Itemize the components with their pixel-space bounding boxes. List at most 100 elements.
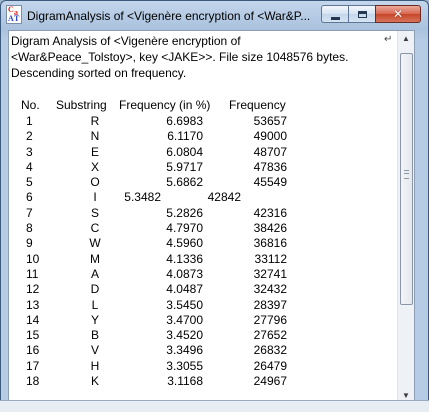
- row-number: 18: [26, 374, 40, 389]
- header-frequency: Frequency: [229, 98, 286, 112]
- row-substring: D: [90, 282, 100, 297]
- row-number: 12: [26, 282, 40, 297]
- description-line: <War&Peace_Tolstoy>, key <JAKE>>. File s…: [11, 50, 349, 64]
- row-frequency-percent: 4.5960: [166, 236, 203, 251]
- row-frequency: 49000: [253, 129, 287, 144]
- row-substring: L: [91, 297, 99, 312]
- row-frequency: 27796: [253, 312, 287, 327]
- row-number: 6: [26, 190, 33, 205]
- row-number: 15: [26, 328, 40, 343]
- row-frequency: 48707: [253, 144, 287, 159]
- row-substring: H: [90, 358, 100, 373]
- row-number: 10: [26, 251, 40, 266]
- row-substring: S: [90, 205, 99, 220]
- minimize-button[interactable]: [321, 5, 348, 23]
- row-substring: V: [90, 343, 99, 358]
- row-frequency: 28397: [253, 297, 287, 312]
- app-window: C a A T DigramAnalysis of <Vigenère encr…: [0, 0, 429, 402]
- row-frequency-percent: 6.0804: [166, 144, 203, 159]
- row-substring: O: [90, 175, 100, 190]
- icon-letter: T: [14, 14, 20, 23]
- row-number: 17: [26, 358, 40, 373]
- cryptool-app-icon[interactable]: C a A T: [6, 5, 22, 24]
- row-number: 8: [26, 221, 33, 236]
- row-number: 13: [26, 297, 40, 312]
- row-frequency: 33112: [254, 251, 287, 266]
- row-substring: E: [90, 144, 99, 159]
- row-number: 4: [26, 159, 33, 174]
- row-number: 14: [26, 312, 40, 327]
- row-frequency-percent: 5.3482: [124, 190, 161, 205]
- row-substring: W: [89, 236, 101, 251]
- row-substring: X: [90, 159, 99, 174]
- row-frequency-percent: 3.4700: [166, 312, 203, 327]
- row-frequency: 53657: [253, 114, 287, 128]
- vertical-scrollbar[interactable]: ▲ ▼: [397, 31, 414, 401]
- row-frequency: 38426: [253, 221, 287, 236]
- header-substring: Substring: [56, 98, 107, 112]
- row-frequency-percent: 3.4520: [166, 328, 203, 343]
- row-frequency: 32432: [253, 282, 287, 297]
- title-bar[interactable]: C a A T DigramAnalysis of <Vigenère encr…: [1, 1, 428, 31]
- row-frequency-percent: 4.7970: [166, 221, 203, 236]
- row-substring: K: [90, 374, 99, 389]
- maximize-button[interactable]: [348, 5, 375, 23]
- row-frequency: 36816: [253, 236, 287, 251]
- row-frequency: 27652: [253, 328, 287, 343]
- row-frequency: 42842: [207, 190, 241, 205]
- maximize-icon: [357, 10, 367, 18]
- row-frequency-percent: 6.1170: [167, 129, 203, 144]
- row-number: 9: [26, 236, 33, 251]
- row-frequency: 45549: [253, 175, 287, 190]
- row-number: 16: [26, 343, 40, 358]
- icon-letter: A: [8, 14, 14, 23]
- row-frequency-percent: 4.0873: [166, 266, 203, 281]
- row-frequency-percent: 5.2826: [166, 205, 203, 220]
- row-number: 5: [26, 175, 33, 190]
- icon-letter: C: [8, 5, 14, 14]
- row-frequency-percent: 4.1336: [166, 251, 203, 266]
- window-title: DigramAnalysis of <Vigenère encryption o…: [27, 9, 311, 23]
- row-frequency-percent: 5.6862: [166, 175, 203, 190]
- row-frequency-percent: 3.5450: [166, 297, 203, 312]
- row-substring: C: [90, 221, 100, 236]
- row-number: 2: [26, 129, 33, 144]
- header-no: No.: [21, 98, 40, 112]
- window-bottom-edge: [0, 400, 429, 412]
- description-line: Digram Analysis of <Vigenère encryption …: [11, 34, 241, 48]
- row-frequency: 24967: [253, 374, 287, 389]
- scroll-thumb[interactable]: [400, 53, 413, 305]
- text-view[interactable]: Digram Analysis of <Vigenère encryption …: [8, 30, 415, 401]
- row-number: 7: [26, 205, 33, 220]
- word-wrap-icon: ↵: [384, 34, 393, 45]
- row-substring: A: [90, 266, 99, 281]
- row-frequency: 47836: [253, 159, 287, 174]
- header-frequency-percent: Frequency (in %): [119, 98, 211, 112]
- row-frequency-percent: 6.6983: [166, 114, 203, 128]
- row-frequency: 26832: [253, 343, 287, 358]
- row-frequency-percent: 5.9717: [166, 159, 203, 174]
- row-frequency-percent: 4.0487: [166, 282, 203, 297]
- row-substring: N: [90, 129, 100, 144]
- text-content: Digram Analysis of <Vigenère encryption …: [11, 33, 397, 388]
- row-substring: Y: [90, 312, 99, 327]
- description-line: Descending sorted on frequency.: [11, 66, 187, 80]
- row-frequency-percent: 3.3496: [166, 343, 203, 358]
- close-icon: ✕: [392, 7, 404, 21]
- row-substring: B: [90, 328, 99, 343]
- row-frequency: 26479: [253, 358, 287, 373]
- row-frequency: 32741: [253, 266, 287, 281]
- row-substring: R: [90, 114, 100, 128]
- row-frequency-percent: 3.1168: [167, 374, 203, 389]
- close-button[interactable]: ✕: [375, 5, 421, 23]
- row-frequency: 42316: [253, 205, 287, 220]
- row-number: 11: [26, 266, 39, 281]
- analysis-description: Digram Analysis of <Vigenère encryption …: [11, 33, 397, 81]
- scroll-up-button[interactable]: ▲: [398, 31, 414, 45]
- row-substring: M: [90, 251, 100, 266]
- row-number: 1: [26, 114, 33, 128]
- scroll-grip-icon: [404, 170, 409, 179]
- row-frequency-percent: 3.3055: [166, 358, 203, 373]
- caption-buttons: ✕: [321, 5, 421, 25]
- minimize-icon: [330, 16, 340, 20]
